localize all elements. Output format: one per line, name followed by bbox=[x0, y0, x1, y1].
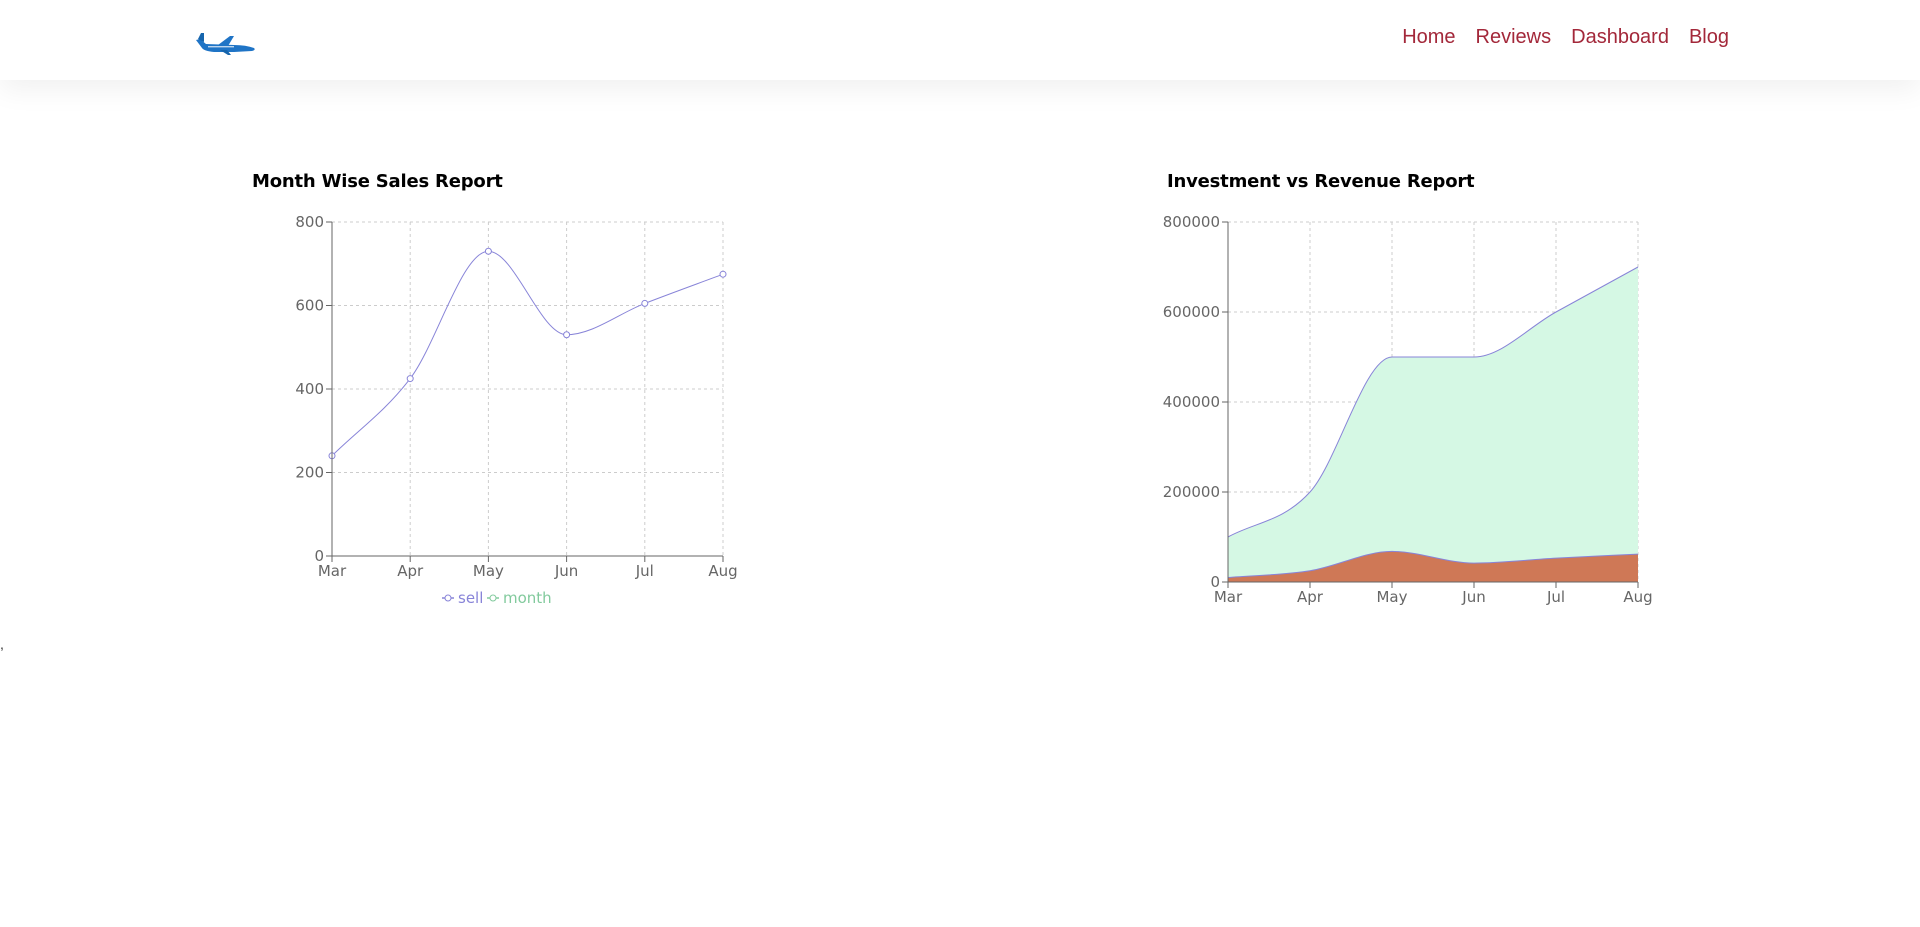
sales-x-tick-label: Jul bbox=[635, 562, 654, 580]
sales-chart-title: Month Wise Sales Report bbox=[252, 171, 503, 192]
sell-point bbox=[406, 375, 414, 383]
invest-y-tick-label: 400000 bbox=[1163, 393, 1220, 411]
sell-point bbox=[484, 247, 492, 255]
invest-y-tick-label: 800000 bbox=[1163, 213, 1220, 231]
legend-month-marker bbox=[489, 594, 497, 602]
sell-point bbox=[641, 299, 649, 307]
invest-x-tick-label: May bbox=[1376, 588, 1407, 606]
sales-y-tick-label: 800 bbox=[295, 213, 324, 231]
invest-x-tick-label: Jun bbox=[1461, 588, 1485, 606]
stray-comma: , bbox=[0, 636, 4, 652]
nav-home-link[interactable]: Home bbox=[1402, 26, 1455, 49]
sales-y-tick-label: 200 bbox=[295, 464, 324, 482]
sales-x-tick-label: May bbox=[473, 562, 504, 580]
sales-line-chart: 0200400600800Mar Apr May Jun Jul Augsell month bbox=[295, 213, 737, 607]
sales-y-tick-label: 600 bbox=[295, 297, 324, 315]
nav-reviews-link[interactable]: Reviews bbox=[1476, 26, 1552, 49]
invest-x-tick-label: Aug bbox=[1623, 588, 1652, 606]
invest-y-tick-label: 200000 bbox=[1163, 483, 1220, 501]
legend-sell-marker bbox=[444, 594, 452, 602]
nav-links: Home Reviews Dashboard Blog bbox=[1402, 26, 1729, 49]
legend-sell-label: sell bbox=[458, 589, 483, 607]
nav-blog-link[interactable]: Blog bbox=[1689, 26, 1729, 49]
invest-x-tick-label: Mar bbox=[1214, 588, 1243, 606]
nav-dashboard-link[interactable]: Dashboard bbox=[1571, 26, 1669, 49]
sell-line bbox=[331, 250, 724, 457]
sell-point bbox=[719, 270, 727, 278]
airplane-icon[interactable] bbox=[194, 30, 260, 56]
legend-month-label: month bbox=[503, 589, 552, 607]
sales-y-tick-label: 400 bbox=[295, 380, 324, 398]
sales-x-tick-label: Apr bbox=[397, 562, 424, 580]
invest-x-tick-label: Jul bbox=[1546, 588, 1565, 606]
investment-chart-title: Investment vs Revenue Report bbox=[1167, 171, 1475, 192]
invest-y-tick-label: 600000 bbox=[1163, 303, 1220, 321]
sales-x-tick-label: Mar bbox=[318, 562, 347, 580]
sales-x-tick-label: Jun bbox=[554, 562, 578, 580]
investment-area bbox=[1228, 267, 1638, 582]
navbar: Home Reviews Dashboard Blog bbox=[0, 0, 1920, 80]
invest-x-tick-label: Apr bbox=[1297, 588, 1324, 606]
investment-area-chart: 0200000400000600000800000Mar Apr May Jun Jul… bbox=[1163, 213, 1653, 606]
sell-point bbox=[563, 331, 571, 339]
sales-x-tick-label: Aug bbox=[708, 562, 737, 580]
